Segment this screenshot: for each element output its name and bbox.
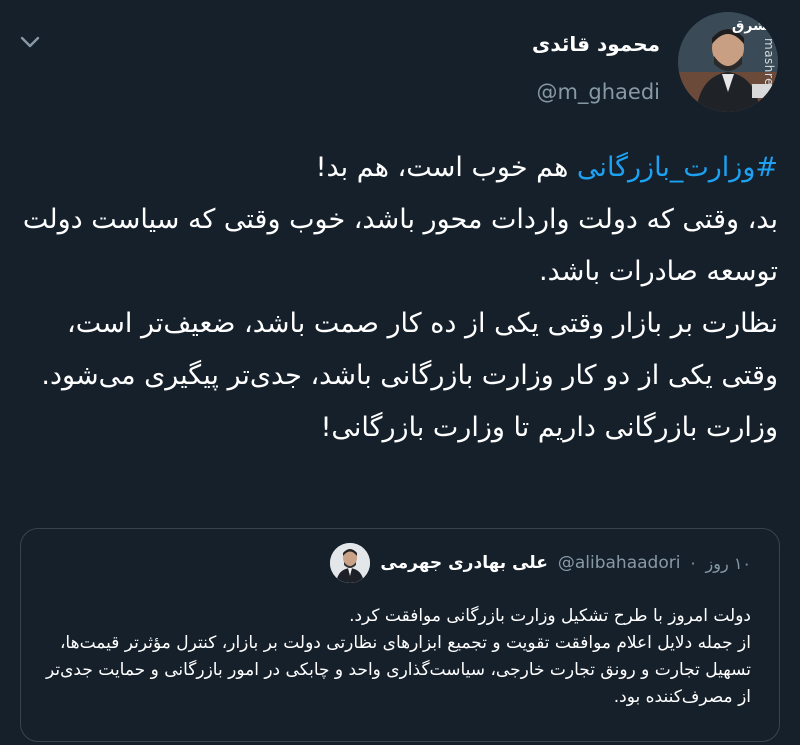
quoted-line-1: دولت امروز با طرح تشکیل وزارت بازرگانی م…	[349, 606, 751, 626]
quoted-tweet[interactable]: علی بهادری جهرمی @alibahaadori · ۱۰ روز …	[20, 528, 780, 742]
quoted-tweet-text: دولت امروز با طرح تشکیل وزارت بازرگانی م…	[41, 603, 751, 711]
quoted-handle[interactable]: @alibahaadori	[558, 553, 681, 573]
hashtag-link[interactable]: #وزارت_بازرگانی	[577, 152, 778, 183]
tweet-line-1: #وزارت_بازرگانی هم خوب است، هم بد!	[18, 142, 778, 194]
watermark-site: mashreghnews.ir	[762, 38, 776, 112]
quoted-line-2: از جمله دلایل اعلام موافقت تقویت و تجمیع…	[46, 633, 751, 707]
watermark-logo: مشرق	[731, 18, 776, 34]
author-handle[interactable]: @m_ghaedi	[532, 80, 660, 104]
quoted-tweet-header: علی بهادری جهرمی @alibahaadori · ۱۰ روز	[330, 543, 751, 583]
avatar[interactable]: مشرق mashreghnews.ir	[678, 12, 778, 112]
chevron-down-icon[interactable]	[16, 28, 44, 56]
tweet-header: مشرق mashreghnews.ir محمود قائدی @m_ghae…	[532, 12, 778, 112]
tweet-line-4: وزارت بازرگانی داریم تا وزارت بازرگانی!	[320, 412, 778, 443]
author-display-name[interactable]: محمود قائدی	[532, 30, 660, 58]
tweet-line-3: نظارت بر بازار وقتی یکی از ده کار صمت با…	[41, 308, 778, 391]
author-names: محمود قائدی @m_ghaedi	[532, 12, 660, 104]
quoted-avatar[interactable]	[330, 543, 371, 583]
tweet-line-2: بد، وقتی که دولت واردات محور باشد، خوب و…	[22, 204, 778, 287]
quoted-display-name[interactable]: علی بهادری جهرمی	[380, 553, 547, 573]
quoted-timestamp[interactable]: ۱۰ روز	[706, 554, 751, 573]
tweet-line-1-text: هم خوب است، هم بد!	[315, 152, 577, 183]
tweet-body: #وزارت_بازرگانی هم خوب است، هم بد! بد، و…	[18, 142, 778, 454]
tweet-card: مشرق mashreghnews.ir محمود قائدی @m_ghae…	[0, 0, 800, 745]
quoted-separator: ·	[690, 553, 696, 573]
